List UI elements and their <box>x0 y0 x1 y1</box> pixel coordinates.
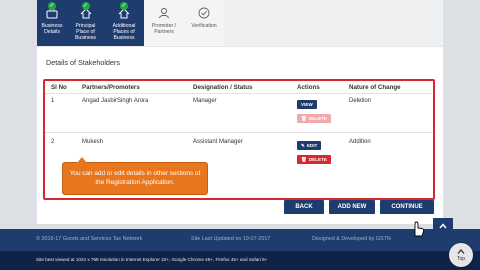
step-business-details[interactable]: ✓ Business Details <box>37 0 67 46</box>
row2-sl: 2 <box>51 139 55 145</box>
mouse-cursor-icon <box>414 221 425 237</box>
chevron-up-icon <box>457 248 465 256</box>
step-label: Business Details <box>41 23 63 36</box>
top-label: Top <box>456 255 466 262</box>
browser-note: Site best viewed at 1024 x 768 resolutio… <box>36 257 268 262</box>
check-circle-icon <box>197 6 211 20</box>
registration-steps: ✓ Business Details ✓ Principal Place of Bus… <box>37 0 443 46</box>
col-header-nature: Nature of Change <box>349 84 401 91</box>
row1-designation: Manager <box>193 98 217 104</box>
step-principal-place[interactable]: ✓ Principal Place of Business <box>67 0 104 46</box>
row1-sl: 1 <box>51 98 55 104</box>
col-header-partners: Partners/Promoters <box>82 84 140 91</box>
col-header-sl: Sl No <box>51 84 67 91</box>
continue-button[interactable]: CONTINUE <box>380 200 434 214</box>
back-button[interactable]: BACK <box>284 200 324 214</box>
delete-button[interactable]: 🗑 DELETE <box>297 155 331 164</box>
row2-designation: Assistant Manager <box>193 139 243 145</box>
browser-note-bar: Site best viewed at 1024 x 768 resolutio… <box>0 251 480 270</box>
step-verification[interactable]: Verification <box>184 0 224 46</box>
add-new-button[interactable]: ADD NEW <box>329 200 375 214</box>
completed-check-icon: ✓ <box>120 2 128 10</box>
step-promoter-partners[interactable]: Promoter / Partners <box>144 0 184 46</box>
completed-check-icon: ✓ <box>48 2 56 10</box>
site-footer: © 2016-17 Goods and Services Tax Network… <box>0 229 480 251</box>
row-divider <box>45 132 433 133</box>
row1-nature: Deletion <box>349 98 372 104</box>
footer-last-updated: Site Last Updated on 19-07-2017 <box>191 236 271 242</box>
header-divider <box>45 93 433 94</box>
row1-name: Angad JasbirSingh Arora <box>82 98 149 104</box>
stakeholders-card: Details of Stakeholders Sl No Partners/P… <box>37 46 443 224</box>
step-label: Additional Places of Business <box>112 23 136 42</box>
step-label: Promoter / Partners <box>151 23 177 36</box>
trash-icon: 🗑 <box>301 156 307 162</box>
footer-designed-by: Designed & Developed by GSTN <box>312 236 391 242</box>
col-header-actions: Actions <box>297 84 320 91</box>
view-button[interactable]: VIEW <box>297 100 317 109</box>
step-label: Verification <box>191 23 217 29</box>
trash-icon: 🗑 <box>301 115 307 121</box>
completed-check-icon: ✓ <box>81 2 90 10</box>
step-additional-places[interactable]: ✓ Additional Places of Business <box>104 0 144 46</box>
row2-nature: Addition <box>349 139 371 145</box>
back-to-top-button[interactable]: Top <box>449 243 473 267</box>
col-header-designation: Designation / Status <box>193 84 253 91</box>
delete-button-disabled[interactable]: 🗑 DELETE <box>297 114 331 123</box>
footer-copyright: © 2016-17 Goods and Services Tax Network <box>36 236 143 242</box>
person-icon <box>157 6 171 20</box>
step-label: Principal Place of Business <box>74 23 97 42</box>
info-callout: You can add or edit details in other sec… <box>62 157 208 195</box>
edit-button[interactable]: ✎ EDIT <box>297 141 322 150</box>
section-title: Details of Stakeholders <box>46 58 120 67</box>
row2-name: Mukesh <box>82 139 104 145</box>
pencil-icon: ✎ <box>301 142 305 148</box>
